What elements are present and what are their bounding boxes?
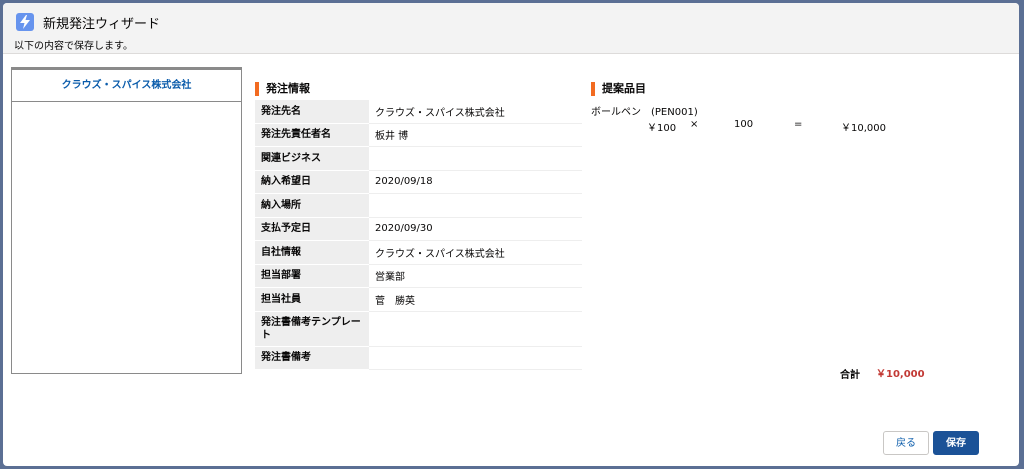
order-info-value: 営業部 — [369, 264, 582, 288]
save-button[interactable]: 保存 — [933, 431, 979, 455]
order-info-value: 板井 博 — [369, 123, 582, 147]
item-amount: ￥10,000 — [841, 123, 886, 134]
order-info-label: 担当部署 — [255, 264, 369, 288]
order-info-value: クラウズ・スパイス株式会社 — [369, 240, 582, 265]
order-info-label: 納入希望日 — [255, 170, 369, 194]
order-info-label: 発注先責任者名 — [255, 123, 369, 147]
order-info-label: 担当社員 — [255, 287, 369, 312]
order-info-row: 担当部署 営業部 — [255, 264, 582, 288]
order-info-value — [369, 146, 582, 171]
item-name: ボールペン (PEN001) — [591, 107, 698, 118]
order-info-row: 自社情報 クラウズ・スパイス株式会社 — [255, 240, 582, 265]
order-info-row: 発注書備考テンプレート — [255, 311, 582, 347]
order-info-table: 発注先名 クラウズ・スパイス株式会社 発注先責任者名 板井 博関連ビジネス 納入希望日 2… — [255, 100, 582, 370]
proposed-items-heading: 提案品目 — [591, 82, 646, 96]
order-info-value: 2020/09/30 — [369, 217, 582, 241]
item-times-sign: × — [690, 119, 699, 130]
new-order-wizard-modal: 新規発注ウィザード 以下の内容で保存します。 クラウズ・スパイス株式会社 発注情… — [3, 3, 1019, 466]
order-info-row: 発注先責任者名 板井 博 — [255, 123, 582, 147]
lightning-icon — [16, 13, 34, 31]
order-info-label: 発注書備考 — [255, 346, 369, 370]
order-info-label: 発注先名 — [255, 100, 369, 124]
order-info-value: 菅 勝英 — [369, 287, 582, 312]
order-info-label: 自社情報 — [255, 240, 369, 265]
order-info-row: 発注先名 クラウズ・スパイス株式会社 — [255, 100, 582, 124]
order-info-row: 担当社員菅 勝英 — [255, 287, 582, 312]
modal-header: 新規発注ウィザード 以下の内容で保存します。 — [3, 3, 1019, 54]
modal-title: 新規発注ウィザード — [43, 17, 161, 32]
order-info-label: 発注書備考テンプレート — [255, 311, 369, 347]
order-info-row: 関連ビジネス — [255, 146, 582, 171]
order-info-value — [369, 311, 582, 347]
total-value: ￥10,000 — [876, 369, 925, 380]
order-info-row: 支払予定日 2020/09/30 — [255, 217, 582, 241]
order-info-label: 納入場所 — [255, 193, 369, 218]
item-quantity: 100 — [734, 119, 754, 130]
item-equals-sign: = — [794, 119, 803, 130]
back-button[interactable]: 戻る — [883, 431, 929, 455]
item-unit-price: ￥100 — [647, 123, 677, 134]
order-info-row: 発注書備考 — [255, 346, 582, 370]
order-info-value — [369, 193, 582, 218]
order-info-row: 納入場所 — [255, 193, 582, 218]
order-info-row: 納入希望日 2020/09/18 — [255, 170, 582, 194]
supplier-panel: クラウズ・スパイス株式会社 — [11, 67, 242, 374]
total-label: 合計 — [840, 370, 860, 381]
order-info-heading: 発注情報 — [255, 82, 310, 96]
modal-subtitle: 以下の内容で保存します。 — [14, 41, 133, 52]
order-info-value: クラウズ・スパイス株式会社 — [369, 100, 582, 124]
order-info-value: 2020/09/18 — [369, 170, 582, 194]
order-info-value — [369, 346, 582, 370]
supplier-tab[interactable]: クラウズ・スパイス株式会社 — [12, 70, 241, 102]
order-info-label: 関連ビジネス — [255, 146, 369, 171]
order-info-label: 支払予定日 — [255, 217, 369, 241]
